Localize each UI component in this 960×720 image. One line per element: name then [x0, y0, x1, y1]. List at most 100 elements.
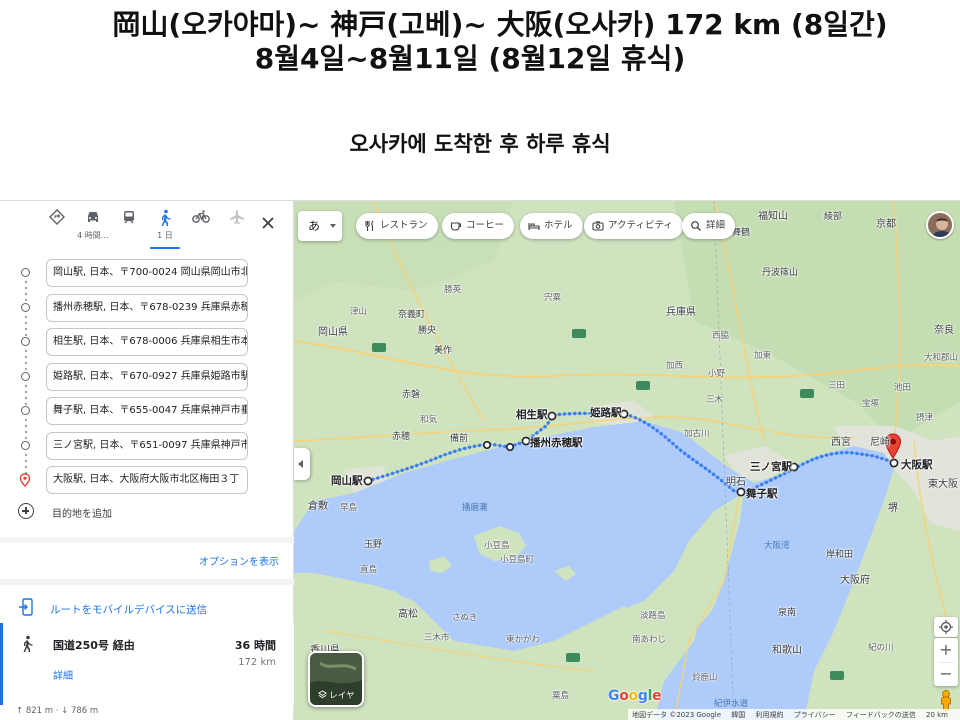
bicycle-icon [184, 209, 218, 231]
zoom-control: + − [934, 638, 958, 686]
place-label: 淡路島 [640, 611, 666, 621]
place-label: 東大阪 [928, 479, 958, 490]
mode-best-button[interactable] [40, 209, 74, 247]
place-label: 津山 [350, 307, 368, 317]
map-canvas[interactable]: 岡山駅 播州赤穂駅 相生駅 姫路駅 舞子駅 三ノ宮駅 大阪駅 福知山 綾部 京都… [294, 201, 960, 720]
chip-label: レストラン [380, 220, 428, 231]
mode-walk-button[interactable]: 1 日 [148, 209, 182, 249]
place-label: 大阪府 [840, 575, 870, 586]
locate-me-button[interactable] [934, 617, 958, 637]
phone-send-icon [18, 598, 34, 619]
station-label-maiko[interactable]: 舞子駅 [746, 486, 778, 501]
map-base-svg [294, 201, 960, 720]
chip-label: 詳細 [706, 220, 726, 231]
chip-activities[interactable]: アクティビティ [584, 213, 683, 239]
mode-drive-duration: 4 時間… [77, 231, 109, 240]
zoom-out-button[interactable]: − [934, 662, 958, 686]
send-to-device-button[interactable]: ルートをモバイルデバイスに送信 [0, 593, 294, 625]
map-scale[interactable]: 20 km [926, 711, 948, 719]
add-destination-button[interactable]: 目的地を追加 [16, 501, 276, 523]
route-distance: 172 km [238, 657, 276, 668]
stop-input-6[interactable]: 三ノ宮駅, 日本、〒651-0097 兵庫県神戸市中 [46, 431, 248, 460]
place-label: 西宮 [831, 437, 851, 448]
place-label: 綾部 [824, 212, 843, 222]
place-label: 三木市 [424, 633, 450, 643]
station-label-himeji[interactable]: 姫路駅 [590, 405, 622, 420]
place-label: 勝央 [418, 326, 437, 336]
place-label: 小野 [708, 369, 726, 379]
place-label: 西脇 [712, 331, 730, 341]
show-options-link[interactable]: オプションを表示 [199, 553, 279, 568]
bed-icon [528, 223, 540, 230]
diamond-route-icon [40, 209, 74, 231]
station-label-ako[interactable]: 播州赤穂駅 [530, 435, 583, 450]
place-label: 和歌山 [772, 645, 802, 656]
search-icon [691, 221, 701, 231]
place-label: 小豆島町 [500, 555, 535, 565]
close-directions-button[interactable] [258, 213, 278, 233]
waypoint-circle-icon [21, 302, 30, 312]
stop-row: 相生駅, 日本、〒678-0006 兵庫県相生市本 [0, 326, 294, 370]
chip-hotels[interactable]: ホテル [520, 213, 583, 239]
station-label-okayama[interactable]: 岡山駅 [331, 473, 363, 488]
maps-screenshot: 4 時間… 1 日 岡山駅, 日本、〒700-0024 岡山県岡山市北 播州赤穂… [0, 200, 960, 720]
place-label: 福知山 [758, 211, 788, 222]
collapse-panel-button[interactable] [294, 448, 310, 480]
place-label: 美作 [434, 346, 453, 356]
layers-icon [317, 690, 327, 699]
fork-knife-icon [365, 220, 374, 231]
account-avatar[interactable] [926, 211, 954, 239]
stop-row: 三ノ宮駅, 日本、〒651-0097 兵庫県神戸市中 [0, 430, 294, 474]
place-label: さぬき [452, 613, 478, 623]
chip-more[interactable]: 詳細 [682, 213, 736, 239]
attribution-privacy[interactable]: プライバシー [794, 711, 836, 719]
waypoint-circle-icon [21, 440, 30, 450]
place-label: 東かがわ [506, 635, 541, 645]
mode-transit-button[interactable] [112, 209, 146, 247]
stop-row: 舞子駅, 日本、〒655-0047 兵庫県神戸市垂 [0, 395, 294, 439]
place-label: 加西 [666, 361, 684, 371]
route-option-card[interactable]: 国道250号 経由 36 時間 172 km 詳細 [0, 623, 294, 705]
stop-input-2[interactable]: 播州赤穂駅, 日本、〒678-0239 兵庫県赤穂 [46, 293, 248, 322]
route-duration: 36 時間 [234, 639, 276, 652]
chip-coffee[interactable]: コーヒー [442, 213, 515, 239]
destination-pin-icon [19, 473, 31, 490]
mode-flight-button[interactable] [220, 209, 254, 247]
place-label: 堺 [888, 503, 898, 514]
language-toggle-label: あ [308, 219, 321, 233]
station-label-osaka[interactable]: 大阪駅 [901, 457, 933, 472]
sea-label: 播磨灘 [462, 503, 488, 513]
stop-input-5[interactable]: 舞子駅, 日本、〒655-0047 兵庫県神戸市垂 [46, 397, 248, 425]
divider [0, 537, 294, 543]
place-label: 三木 [706, 395, 724, 405]
slide-title: 岡山(오카야마)~ 神戸(고베)~ 大阪(오사카) 172 km (8일간) 8… [0, 8, 960, 76]
place-label: 池田 [894, 383, 912, 393]
place-label: 兵庫県 [666, 307, 696, 318]
station-label-sannomiya[interactable]: 三ノ宮駅 [750, 459, 792, 474]
stop-input-7[interactable]: 大阪駅, 日本、大阪府大阪市北区梅田３丁 [46, 466, 248, 494]
stop-input-1[interactable]: 岡山駅, 日本、〒700-0024 岡山県岡山市北 [46, 259, 248, 287]
chip-restaurants[interactable]: レストラン [356, 213, 438, 239]
place-label: 丹波篠山 [762, 268, 799, 278]
station-label-aioi[interactable]: 相生駅 [516, 407, 548, 422]
layers-button[interactable]: レイヤ [308, 651, 364, 707]
language-toggle-button[interactable]: あ [298, 211, 342, 241]
attribution-terms[interactable]: 利用規約 [756, 711, 784, 719]
chevron-down-icon [330, 224, 336, 228]
zoom-in-button[interactable]: + [934, 638, 958, 662]
coffee-cup-icon [450, 222, 462, 231]
logo-letter: e [652, 688, 662, 704]
place-label: 赤穂 [392, 432, 411, 442]
place-label: 南あわじ [632, 635, 667, 645]
stop-input-3[interactable]: 相生駅, 日本、〒678-0006 兵庫県相生市本 [46, 328, 248, 356]
car-icon [76, 209, 110, 231]
stop-input-4[interactable]: 姫路駅, 日本、〒670-0927 兵庫県姫路市駅 [46, 362, 248, 391]
plus-circle-icon [18, 503, 34, 519]
mode-bike-button[interactable] [184, 209, 218, 247]
stop-row: 岡山駅, 日本、〒700-0024 岡山県岡山市北 [0, 257, 294, 301]
attribution-region[interactable]: 韓国 [731, 711, 745, 719]
attribution-feedback[interactable]: フィードバックの送信 [846, 711, 916, 719]
mode-drive-button[interactable]: 4 時間… [76, 209, 110, 247]
place-label: 宍粟 [544, 293, 562, 303]
route-details-link[interactable]: 詳細 [53, 667, 73, 682]
